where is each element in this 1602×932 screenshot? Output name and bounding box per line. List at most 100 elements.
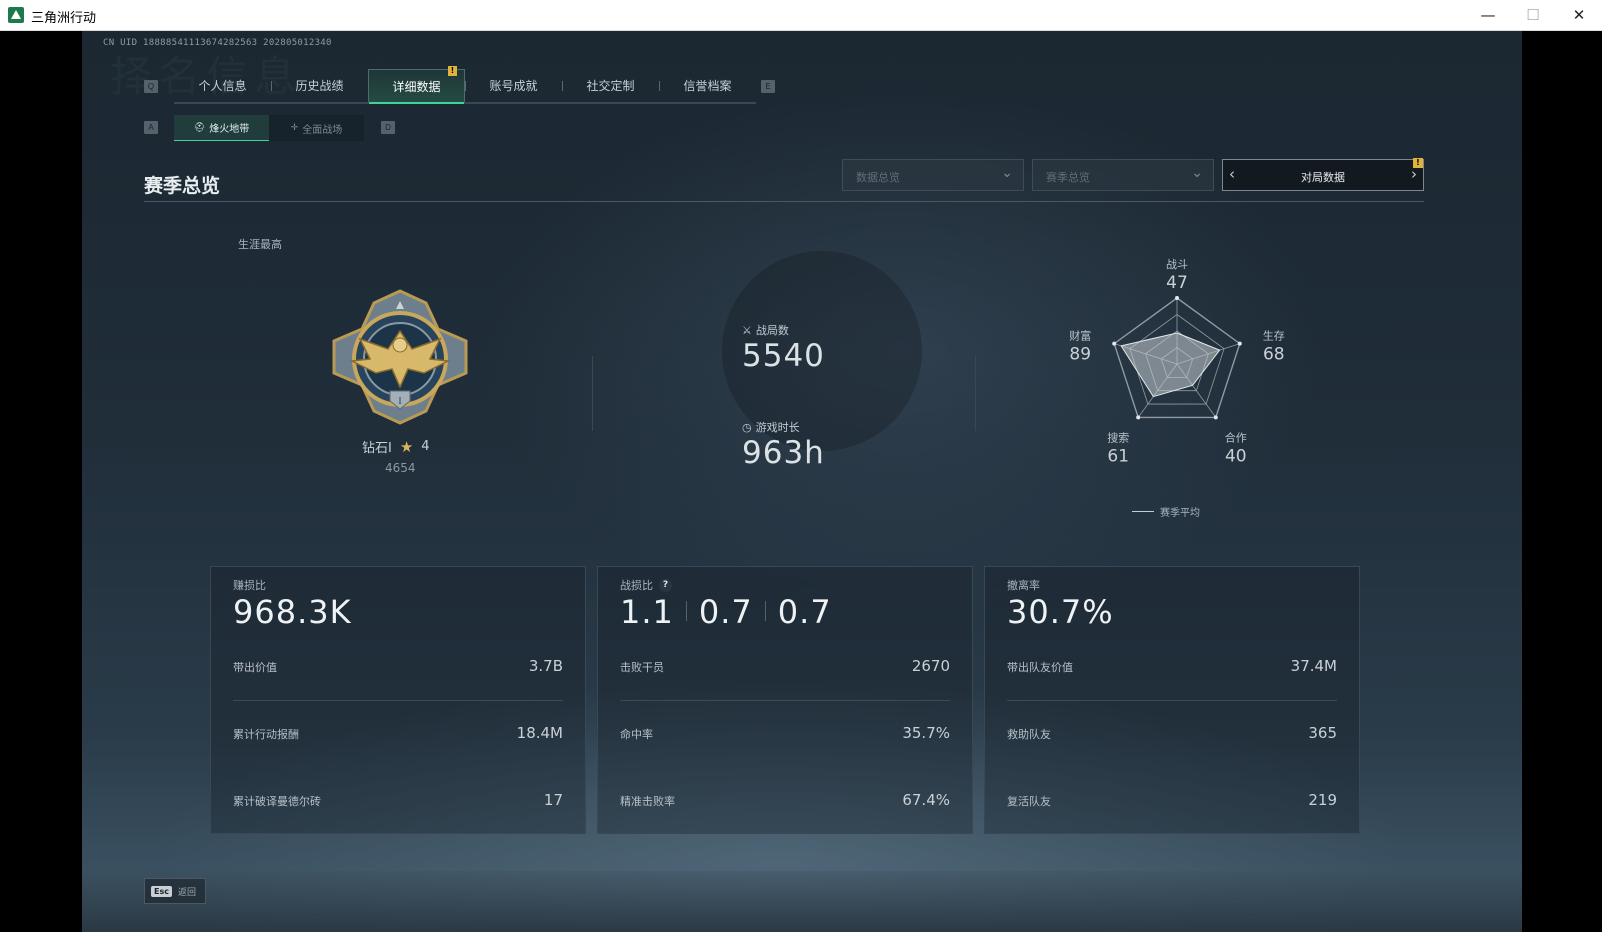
- stat-value: 67.4%: [902, 791, 950, 809]
- tab-achievements[interactable]: 账号成就: [465, 69, 562, 102]
- radar-axis-value: 68: [1263, 345, 1285, 365]
- stat-label: 带出队友价值: [1007, 661, 1073, 674]
- stat-value: 219: [1308, 791, 1337, 809]
- stat-row: 带出价值 3.7B: [233, 657, 563, 679]
- rank-name: 钻石I: [362, 441, 392, 456]
- radar-axis-value: 40: [1225, 446, 1247, 466]
- stat-row: 带出队友价值 37.4M: [1007, 657, 1337, 679]
- ability-radar-chart: 战斗 47 生存 68 合作 40 搜索 61 财富 89: [1069, 258, 1285, 466]
- subtab-hazard-zone[interactable]: ⛑ 烽火地带: [174, 115, 269, 141]
- divider: [975, 356, 976, 431]
- key-hint-e: E: [761, 80, 775, 93]
- stat-row: 精准击败率 67.4%: [620, 791, 950, 813]
- stat-row: 救助队友 365: [1007, 724, 1337, 746]
- minimize-button[interactable]: —: [1465, 0, 1511, 30]
- divider: [764, 601, 766, 621]
- tab-credit-record[interactable]: 信誉档案: [659, 69, 756, 102]
- game-viewport: 择名信息 CN UID 18888541113674282563 2028050…: [0, 31, 1602, 932]
- radar-value-shape: [1120, 332, 1221, 398]
- close-button[interactable]: ✕: [1556, 0, 1602, 30]
- radar-vertex-dot: [1112, 341, 1117, 346]
- tab-personal-info[interactable]: 个人信息: [174, 69, 271, 102]
- kd-value-1: 1.1: [620, 593, 674, 631]
- window-titlebar: 三角洲行动 — ☐ ✕: [0, 0, 1602, 31]
- card-title: 撤离率: [1007, 579, 1040, 592]
- card-main-value: 1.1 0.7 0.7: [620, 593, 832, 631]
- stat-label: 精准击败率: [620, 795, 675, 808]
- player-uid: CN UID 18888541113674282563 202805012340: [103, 38, 332, 48]
- radar-axis-value: 89: [1069, 345, 1091, 365]
- stat-row: 累计行动报酬 18.4M: [233, 724, 563, 746]
- radar-legend-label: 赛季平均: [1160, 508, 1200, 519]
- maximize-button[interactable]: ☐: [1510, 0, 1556, 30]
- key-hint-q: Q: [144, 80, 158, 93]
- kd-card: 战损比 ? 1.1 0.7 0.7 击败干员 2670 命中率 35.7% 精准击败率 6…: [597, 566, 973, 834]
- help-icon[interactable]: ?: [659, 578, 672, 592]
- stat-value: 2670: [911, 657, 950, 675]
- career-best-label: 生涯最高: [238, 238, 282, 251]
- match-data-badge: !: [1413, 158, 1423, 168]
- radar-legend: 赛季平均: [1132, 504, 1200, 519]
- matches-label: 战局数: [755, 324, 789, 337]
- svg-text:I: I: [399, 396, 402, 406]
- extraction-card: 撤离率 30.7% 带出队友价值 37.4M 救助队友 365 复活队友 219: [984, 566, 1360, 834]
- window-title: 三角洲行动: [31, 11, 97, 26]
- stat-row: 累计破译曼德尔砖 17: [233, 791, 563, 813]
- match-data-switcher: ‹ 对局数据 ›: [1222, 159, 1424, 191]
- radar-axis-label: 财富: [1069, 329, 1091, 343]
- data-type-dropdown-value: 数据总览: [856, 171, 900, 184]
- back-button[interactable]: Esc 返回: [144, 878, 206, 904]
- tab-match-history[interactable]: 历史战绩: [271, 69, 368, 102]
- section-divider: [144, 201, 1424, 202]
- rank-stars: 4: [421, 439, 430, 454]
- stat-label: 累计破译曼德尔砖: [233, 795, 321, 808]
- card-head: 撤离率: [1007, 577, 1040, 593]
- key-hint-d: D: [381, 121, 395, 134]
- radar-vertex-dot: [1237, 341, 1242, 346]
- stat-label: 复活队友: [1007, 795, 1051, 808]
- stat-value: 3.7B: [528, 657, 563, 675]
- playtime-value: 963h: [742, 435, 825, 471]
- rank-medal-icon: I: [332, 289, 468, 425]
- card-main-value: 968.3K: [233, 593, 352, 631]
- key-hint-a: A: [144, 121, 158, 134]
- game-screen: 择名信息 CN UID 18888541113674282563 2028050…: [82, 31, 1522, 932]
- stat-row: 命中率 35.7%: [620, 724, 950, 746]
- footer-bar: [82, 871, 1522, 932]
- stat-label: 救助队友: [1007, 728, 1051, 741]
- chevron-down-icon: ⌄: [1191, 165, 1203, 181]
- card-head: 战损比 ?: [620, 577, 672, 593]
- radar-axis-value: 47: [1166, 273, 1188, 293]
- rank-score: 4654: [385, 461, 416, 475]
- stat-label: 命中率: [620, 728, 653, 741]
- radar-axis-label: 合作: [1225, 430, 1247, 444]
- app-logo-icon: [8, 7, 24, 23]
- radar-axis-label: 战斗: [1166, 258, 1188, 271]
- esc-key-icon: Esc: [151, 885, 172, 897]
- stat-value: 35.7%: [902, 724, 950, 742]
- tab-social-custom[interactable]: 社交定制: [562, 69, 659, 102]
- season-dropdown[interactable]: 赛季总览 ⌄: [1032, 159, 1214, 191]
- playtime-label: 游戏时长: [755, 421, 800, 434]
- card-title: 赚损比: [233, 579, 266, 592]
- chevron-down-icon: ⌄: [1001, 165, 1013, 181]
- radar-vertex-dot: [1136, 415, 1141, 420]
- kd-value-2: 0.7: [698, 593, 753, 631]
- kd-value-3: 0.7: [777, 593, 832, 631]
- matches-label-row: ⚔ 战局数: [742, 322, 789, 338]
- rank-info: 钻石I ★ 4: [362, 437, 430, 457]
- divider: [685, 601, 687, 621]
- radar-axis-label: 搜索: [1107, 430, 1129, 444]
- stat-value: 365: [1308, 724, 1337, 742]
- stat-row: 击败干员 2670: [620, 657, 950, 679]
- data-type-dropdown[interactable]: 数据总览 ⌄: [842, 159, 1024, 191]
- subtab-warfare[interactable]: ✛ 全面战场: [269, 115, 364, 141]
- back-label: 返回: [177, 887, 196, 898]
- legend-line-icon: [1132, 511, 1154, 512]
- stat-value: 37.4M: [1290, 657, 1337, 675]
- card-head: 赚损比: [233, 577, 266, 593]
- radar-vertex-dot: [1213, 415, 1218, 420]
- helmet-icon: ⛑: [193, 122, 206, 133]
- radar-axis-label: 生存: [1263, 329, 1285, 343]
- radar-vertex-dot: [1175, 296, 1179, 300]
